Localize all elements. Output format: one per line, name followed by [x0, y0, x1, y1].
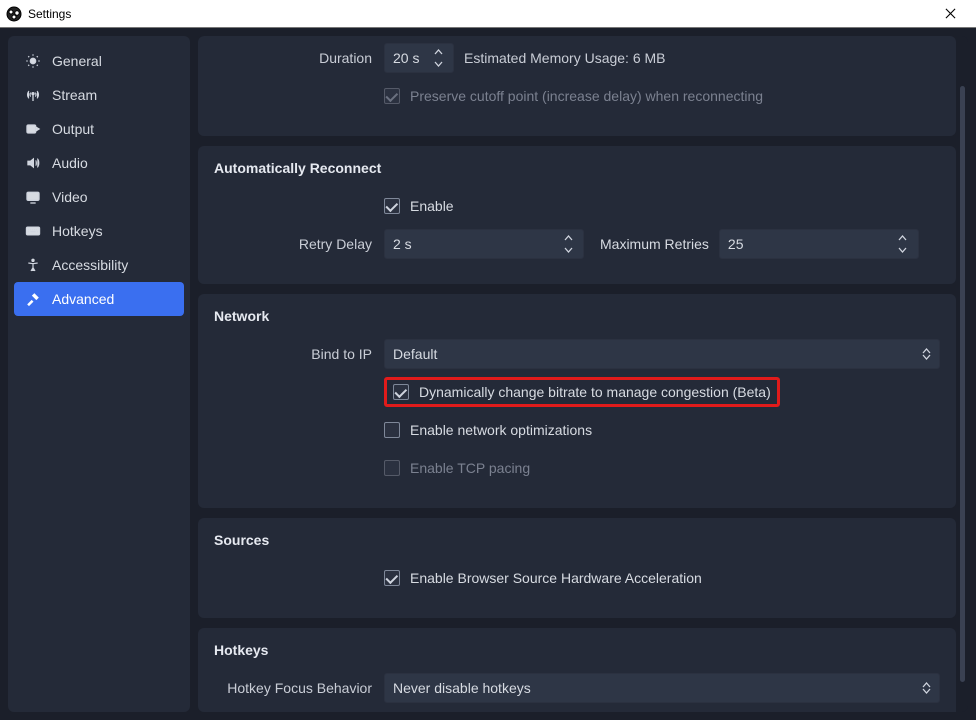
max-retries-value: 25	[728, 236, 744, 252]
window-title: Settings	[28, 7, 71, 21]
panel-network: Network Bind to IP Default	[198, 294, 956, 508]
duration-spinner[interactable]: 20 s	[384, 43, 454, 73]
sidebar-item-hotkeys[interactable]: Hotkeys	[14, 214, 184, 248]
sidebar-item-label: Advanced	[52, 291, 114, 307]
spin-up[interactable]	[896, 233, 910, 244]
sidebar-item-video[interactable]: Video	[14, 180, 184, 214]
sidebar-item-label: Video	[52, 189, 88, 205]
titlebar: Settings	[0, 0, 976, 28]
panel-title: Sources	[214, 532, 940, 548]
main-container: General Stream Output Audio Video Hotkey…	[0, 28, 976, 720]
dynamic-bitrate-label: Dynamically change bitrate to manage con…	[419, 384, 771, 400]
keyboard-icon	[24, 222, 42, 240]
select-stepper-icon	[922, 348, 931, 360]
spin-up[interactable]	[561, 233, 575, 244]
panel-title: Network	[214, 308, 940, 324]
panel-auto-reconnect: Automatically Reconnect Enable Retry Del…	[198, 146, 956, 284]
memory-usage-text: Estimated Memory Usage: 6 MB	[464, 50, 666, 66]
retry-delay-label: Retry Delay	[214, 236, 384, 252]
monitor-icon	[24, 188, 42, 206]
sidebar: General Stream Output Audio Video Hotkey…	[8, 36, 190, 712]
browser-accel-label: Enable Browser Source Hardware Accelerat…	[410, 570, 702, 586]
retry-delay-spinner[interactable]: 2 s	[384, 229, 584, 259]
sidebar-item-advanced[interactable]: Advanced	[14, 282, 184, 316]
dynamic-bitrate-highlight: Dynamically change bitrate to manage con…	[384, 377, 780, 407]
dynamic-bitrate-checkbox[interactable]	[393, 384, 409, 400]
max-retries-label: Maximum Retries	[600, 236, 709, 252]
spin-down[interactable]	[431, 59, 445, 70]
panel-title: Automatically Reconnect	[214, 160, 940, 176]
spin-down[interactable]	[561, 245, 575, 256]
sidebar-item-stream[interactable]: Stream	[14, 78, 184, 112]
reconnect-enable-checkbox[interactable]	[384, 198, 400, 214]
retry-delay-value: 2 s	[393, 236, 412, 252]
hotkey-behavior-value: Never disable hotkeys	[393, 680, 531, 696]
sidebar-item-label: Stream	[52, 87, 97, 103]
scrollbar[interactable]	[960, 86, 965, 682]
preserve-cutoff-checkbox	[384, 88, 400, 104]
panel-sources: Sources Enable Browser Source Hardware A…	[198, 518, 956, 618]
close-button[interactable]	[930, 6, 970, 22]
sidebar-item-general[interactable]: General	[14, 44, 184, 78]
app-icon	[6, 6, 22, 22]
preserve-cutoff-label: Preserve cutoff point (increase delay) w…	[410, 88, 763, 104]
sidebar-item-label: General	[52, 53, 102, 69]
bind-ip-select[interactable]: Default	[384, 339, 940, 369]
content-scroll: Duration 20 s Estimated Memory Usage: 6 …	[198, 36, 956, 712]
sidebar-item-label: Hotkeys	[52, 223, 103, 239]
sidebar-item-label: Output	[52, 121, 94, 137]
sidebar-item-output[interactable]: Output	[14, 112, 184, 146]
network-opt-label: Enable network optimizations	[410, 422, 592, 438]
sidebar-item-label: Accessibility	[52, 257, 128, 273]
tcp-pacing-checkbox	[384, 460, 400, 476]
bind-ip-label: Bind to IP	[214, 346, 384, 362]
reconnect-enable-label: Enable	[410, 198, 454, 214]
bind-ip-value: Default	[393, 346, 437, 362]
sidebar-item-audio[interactable]: Audio	[14, 146, 184, 180]
accessibility-icon	[24, 256, 42, 274]
antenna-icon	[24, 86, 42, 104]
spin-down[interactable]	[896, 245, 910, 256]
hotkey-behavior-select[interactable]: Never disable hotkeys	[384, 673, 940, 703]
browser-accel-checkbox[interactable]	[384, 570, 400, 586]
sidebar-item-accessibility[interactable]: Accessibility	[14, 248, 184, 282]
select-stepper-icon	[922, 682, 931, 694]
duration-value: 20 s	[393, 50, 419, 66]
panel-hotkeys: Hotkeys Hotkey Focus Behavior Never disa…	[198, 628, 956, 712]
panel-stream-delay: Duration 20 s Estimated Memory Usage: 6 …	[198, 36, 956, 136]
output-icon	[24, 120, 42, 138]
spin-up[interactable]	[431, 47, 445, 58]
duration-label: Duration	[214, 50, 384, 66]
sidebar-item-label: Audio	[52, 155, 88, 171]
panel-title: Hotkeys	[214, 642, 940, 658]
network-opt-checkbox[interactable]	[384, 422, 400, 438]
max-retries-spinner[interactable]: 25	[719, 229, 919, 259]
tools-icon	[24, 290, 42, 308]
hotkey-behavior-label: Hotkey Focus Behavior	[214, 680, 384, 696]
speaker-icon	[24, 154, 42, 172]
gear-icon	[24, 52, 42, 70]
tcp-pacing-label: Enable TCP pacing	[410, 460, 530, 476]
content-area: Duration 20 s Estimated Memory Usage: 6 …	[198, 36, 968, 712]
